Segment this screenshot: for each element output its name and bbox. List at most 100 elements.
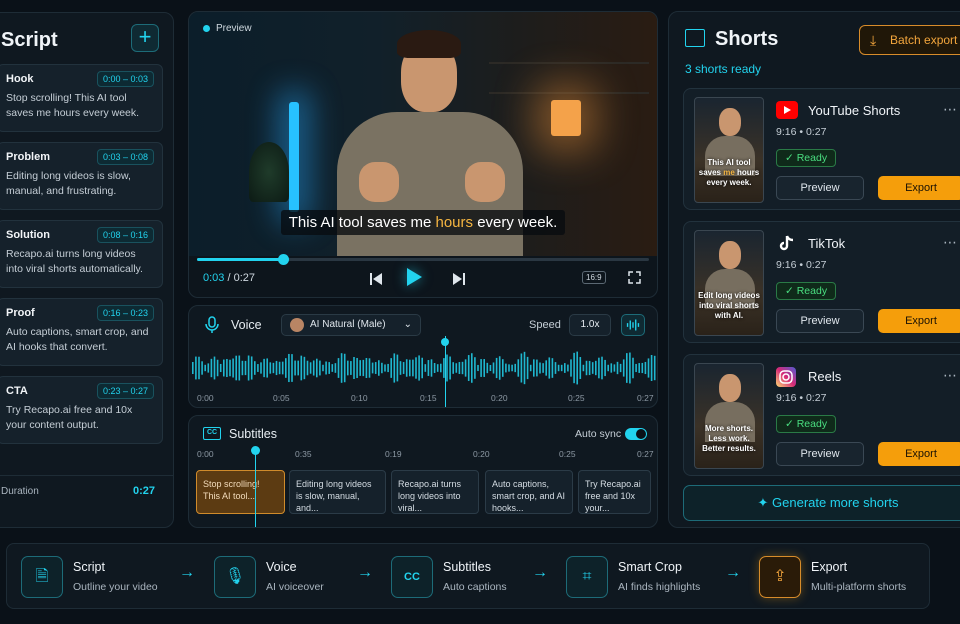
export-button[interactable]: Export (878, 309, 960, 333)
seek-handle[interactable] (277, 254, 289, 265)
doc-icon: 🗎 (21, 556, 63, 598)
script-segment[interactable]: Solution 0:08 – 0:16 Recapo.ai turns long … (0, 220, 163, 288)
short-meta: 9:16 • 0:27 (776, 259, 826, 271)
waveform-bar (533, 359, 535, 377)
waveform-bar (650, 354, 653, 382)
waveform-bar (421, 357, 423, 379)
fullscreen-icon[interactable] (628, 271, 641, 284)
waveform-bar (291, 354, 293, 382)
waveform-bar (213, 356, 216, 380)
waveform-bar (312, 360, 315, 376)
waveform-bar (557, 364, 560, 372)
waveform-bar (446, 354, 448, 382)
waveform-bar (517, 359, 520, 377)
play-icon[interactable] (407, 268, 422, 286)
voice-playhead-handle[interactable] (441, 338, 450, 346)
waveform-bar (201, 361, 203, 375)
subtitle-clip[interactable]: Editing long videos is slow, manual, and… (289, 470, 386, 514)
subtitle-clip[interactable]: Stop scrolling! This AI tool... (196, 470, 285, 514)
waveform-bar (229, 359, 231, 377)
subtitles-title: Subtitles (229, 427, 277, 441)
waveform-bar (424, 364, 427, 372)
thumbnail-presenter-head (719, 241, 741, 269)
aspect-ratio: 9:16 (776, 259, 797, 271)
short-card[interactable]: More shorts. Less work. Better results. R… (683, 354, 960, 476)
subtitle-clip[interactable]: Recapo.ai turns long videos into viral..… (391, 470, 479, 514)
add-segment-button[interactable]: + (131, 24, 159, 52)
short-thumbnail[interactable]: This AI tool saves me hours every week. (694, 97, 764, 203)
waveform-bar (486, 362, 489, 374)
script-segment[interactable]: Proof 0:16 – 0:23 Auto captions, smart cro… (0, 298, 163, 366)
subtitles-playhead[interactable] (255, 448, 256, 527)
lamp (551, 100, 581, 136)
more-options-icon[interactable]: ⋯ (943, 234, 958, 251)
waveform-bar (285, 358, 287, 378)
preview-button[interactable]: Preview (776, 442, 864, 466)
waveform-bar (436, 364, 439, 372)
short-card[interactable]: This AI tool saves me hours every week. Y… (683, 88, 960, 210)
short-thumbnail[interactable]: Edit long videos into viral shorts with … (694, 230, 764, 336)
segment-time: 0:16 – 0:23 (96, 305, 154, 321)
total-time: 0:27 (233, 272, 256, 284)
waveform-icon[interactable] (621, 314, 645, 336)
waveform-bar (353, 356, 355, 380)
waveform-bar (511, 364, 513, 372)
subtitle-clip[interactable]: Try Recapo.ai free and 10x your... (578, 470, 651, 514)
status-text: Ready (796, 152, 828, 164)
waveform-bar (455, 363, 458, 373)
presenter-hand (465, 162, 505, 202)
preview-button[interactable]: Preview (776, 309, 864, 333)
workflow-step-name: Voice (266, 560, 297, 574)
voice-tick-label: 0:25 (568, 393, 585, 403)
thumbnail-caption: More shorts. Less work. Better results. (697, 424, 761, 454)
waveform-bar (613, 364, 616, 372)
mic-icon: 🎙 (214, 556, 256, 598)
waveform-bar (498, 356, 501, 380)
download-icon: ⤓ (870, 32, 877, 48)
meta-separator: • (799, 126, 804, 138)
voice-waveform[interactable] (189, 346, 658, 390)
subtitles-playhead-handle[interactable] (251, 446, 260, 455)
waveform-bar (573, 352, 575, 384)
waveform-bar (523, 351, 526, 385)
waveform-bar (570, 359, 572, 377)
more-options-icon[interactable]: ⋯ (943, 367, 958, 384)
waveform-bar (343, 353, 346, 383)
caption-highlight: hours (435, 214, 474, 231)
skip-back-icon[interactable] (369, 272, 383, 286)
seek-bar[interactable] (197, 254, 649, 265)
waveform-bar (626, 353, 628, 383)
preview-button[interactable]: Preview (776, 176, 864, 200)
arrow-right-icon: → (179, 564, 195, 581)
voice-tick-label: 0:10 (351, 393, 368, 403)
subtitle-clip[interactable]: Auto captions, smart crop, and AI hooks.… (485, 470, 573, 514)
chevron-down-icon: ⌄ (403, 319, 412, 330)
more-options-icon[interactable]: ⋯ (943, 101, 958, 118)
script-segment[interactable]: Problem 0:03 – 0:08 Editing long videos is… (0, 142, 163, 210)
workflow-step-desc: AI voiceover (266, 581, 324, 593)
generate-more-button[interactable]: ✦ Generate more shorts (683, 485, 960, 521)
batch-export-button[interactable]: ⤓ Batch export (859, 25, 960, 55)
waveform-bar (576, 351, 578, 385)
short-thumbnail[interactable]: More shorts. Less work. Better results. (694, 363, 764, 469)
script-segment[interactable]: CTA 0:23 – 0:27 Try Recapo.ai free and 10x… (0, 376, 163, 444)
waveform-bar (266, 358, 268, 378)
waveform-bar (405, 359, 408, 377)
export-button[interactable]: Export (878, 176, 960, 200)
speed-value[interactable]: 1.0x (569, 314, 611, 336)
check-icon: ✓ (785, 152, 797, 164)
waveform-bar (340, 353, 343, 383)
voice-playhead[interactable] (445, 336, 447, 407)
subtitle-tick-label: 0:20 (473, 449, 490, 459)
waveform-bar (204, 364, 206, 372)
voice-select[interactable]: AI Natural (Male) ⌄ (281, 314, 421, 336)
short-duration: 0:27 (805, 126, 827, 138)
waveform-bar (644, 361, 647, 375)
script-panel: Script + Hook 0:00 – 0:03 Stop scrolling! … (0, 12, 174, 528)
script-segment[interactable]: Hook 0:00 – 0:03 Stop scrolling! This AI t… (0, 64, 163, 132)
skip-forward-icon[interactable] (452, 272, 466, 286)
short-card[interactable]: Edit long videos into viral shorts with … (683, 221, 960, 343)
export-button[interactable]: Export (878, 442, 960, 466)
aspect-ratio-badge[interactable]: 16:9 (582, 271, 606, 284)
autosync-toggle[interactable] (625, 428, 647, 440)
